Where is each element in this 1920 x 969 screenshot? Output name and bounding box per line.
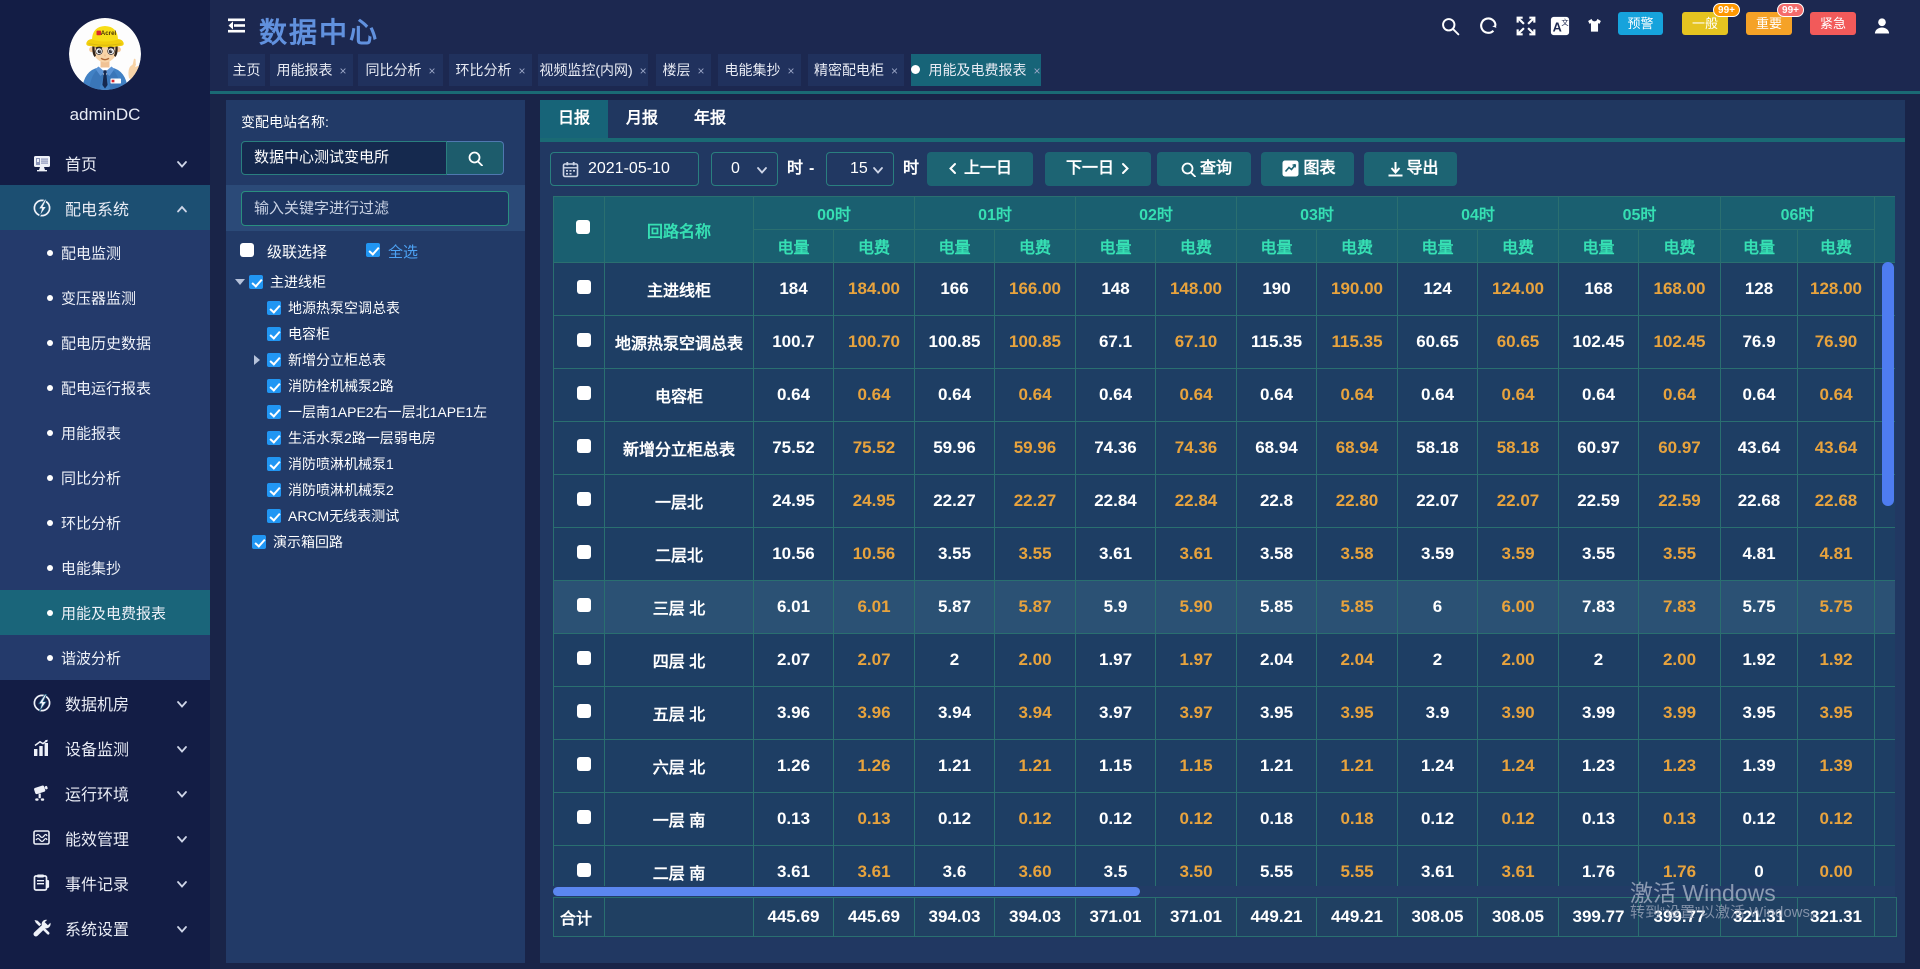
svg-text:文: 文 [1561, 18, 1569, 27]
svg-text:Acrel: Acrel [101, 30, 117, 37]
